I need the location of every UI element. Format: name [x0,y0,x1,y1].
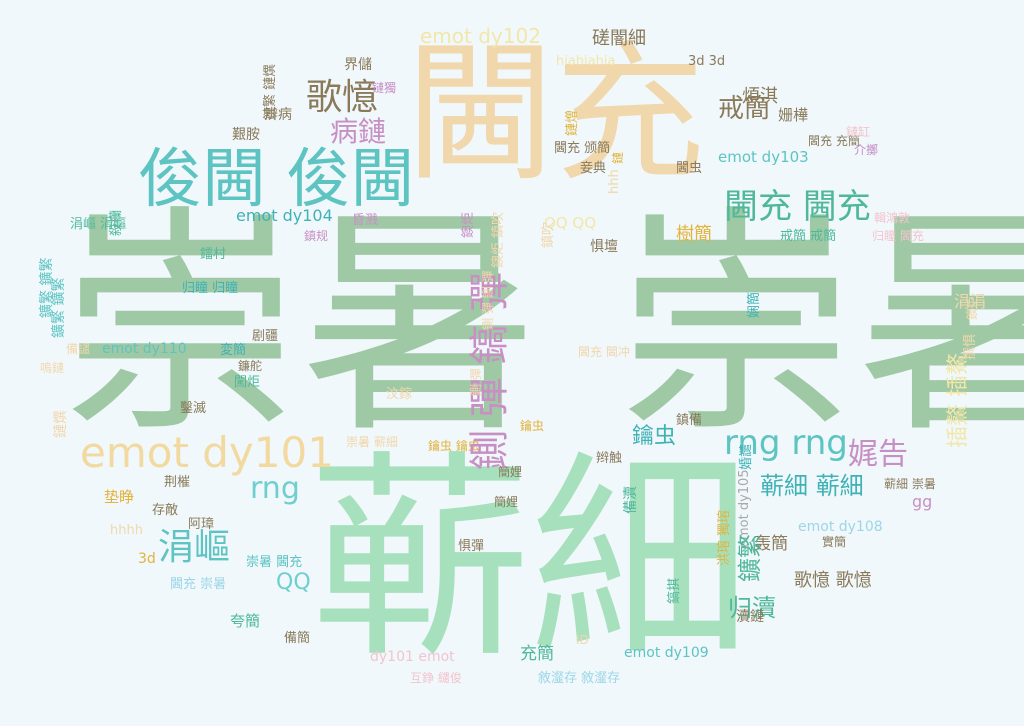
vertical-word-23: 鐭炬 [965,295,979,320]
word-77: 互錚 繾俊 [410,671,462,685]
word-67: 阿璋 [188,517,215,532]
word-2: 閪充 [405,28,706,202]
vertical-word-7: 鏈熷 [565,109,580,136]
word-21: 鑰虫 [632,424,677,449]
word-26: 姗樺 [778,106,809,124]
vertical-word-5: 殺欗 [109,209,124,236]
word-30: 归瞳 閪充 [872,229,924,243]
word-4: emot dy101 [80,428,334,477]
word-74: 充簡 [520,644,554,664]
word-3: 俊閪 俊閪 [138,143,415,217]
word-69: 3d [138,551,156,567]
word-17: emot dy110 [102,341,187,357]
word-9: 涓嶇 [158,527,231,568]
word-40: 妾典 [580,161,607,176]
word-43: 昏溅 [352,213,379,228]
word-86: 鐮舵 [238,359,263,373]
word-53: 闖炬 [234,375,261,390]
word-79: 簡娌 [494,495,519,509]
vertical-word-6: 鏈繁 鏈熼 [263,63,278,120]
word-85: 鏈缸 [846,125,871,139]
vertical-word-18: 娴簡 [747,291,762,318]
vertical-word-14: 婚譴 [739,443,754,470]
vertical-word-8: hhh [607,169,622,194]
word-75: ID [576,633,589,647]
word-55: 汶鎵 [386,387,413,402]
word-62: 蕲細 崇暑 [884,477,936,491]
word-cloud: 崇暑 崇暑 蕲細 閪充 俊閪 俊閪 emot dy101 rng rng 閪充 … [0,0,1024,726]
word-54: 鑿滅 [180,401,207,416]
word-81: 嗚鏈 [40,361,65,375]
word-65: 荆槯 [164,475,191,490]
word-84: 介擲 [854,143,879,157]
word-29: 戒簡 戒簡 [780,229,837,244]
word-13: 蕲細 蕲細 [760,472,864,500]
word-87: 鑰虫 [520,419,545,433]
word-52: 剧疆 [252,329,279,344]
word-80: 實簡 [822,535,847,549]
vertical-word-9: 鐭炬 [461,211,476,238]
word-31: 磋闇細 [592,28,646,49]
word-50: 備譴 [66,342,91,356]
word-7: 歌憶 [306,77,379,118]
vertical-word-4: 鏈熼 [53,410,69,438]
word-68: hhhh [110,523,143,538]
vertical-word-16: 備瀆 [623,486,639,514]
word-15: emot dy104 [236,206,333,225]
word-33: hiahiahia [556,54,616,69]
word-73: 備簡 [284,631,311,646]
word-39: 閪充 颁簡 [554,141,611,156]
word-35: 鏈獨 [372,81,397,95]
word-70: 崇暑 閪充 [246,555,303,570]
word-41: 閪虫 [676,161,703,176]
vertical-word-22: 鏈 [611,151,625,164]
vertical-word-1: 插鰲 插鰲 [946,353,971,448]
vertical-word-19: 撰惧 [963,333,978,360]
word-59: 鎮備 [676,413,703,428]
word-20: QQ [276,570,311,595]
word-82: dy101 emot [370,649,455,665]
word-78: 惧彈 [458,539,485,554]
vertical-word-10: 鐭炬 鎮吹 [491,211,506,268]
word-8: 病鏈 [330,115,387,148]
word-76: 敘瀣存 敘瀣存 [538,671,621,686]
word-37: 艱胺 [232,127,260,143]
vertical-word-21: 鍘 彈 [469,368,483,396]
word-56: 崇暑 蕲細 [346,435,398,449]
word-25: 煩淇 [742,86,778,107]
word-10: rng [250,471,300,506]
word-1: 蕲細 [310,432,751,688]
vertical-word-3: 鑛繁 鑛繁 [39,257,55,318]
word-28: 樹簡 [676,224,712,245]
word-64: 垫睁 [104,488,135,506]
word-61: 閪充 閪冲 [578,345,630,359]
word-51: 変簡 [220,343,247,358]
word-23: 歌憶 歌憶 [794,570,872,591]
word-42: 惧壇 [590,239,618,255]
word-14: emot dy102 [420,24,541,48]
word-32: 3d 3d [688,54,726,69]
word-49: 輯鴻敦 [874,211,911,225]
word-44: 鎮规 [304,229,329,243]
word-11: 娓告 [848,437,908,472]
word-83: 瀆鏈 [736,609,764,625]
word-6: 閪充 閪充 [724,187,871,227]
word-66: 存敵 [152,503,179,518]
word-71: 閪充 崇暑 [170,577,227,592]
word-60: 辫触 [596,451,623,466]
vertical-word-20: 鍘 彈 鍘 彈 [481,270,495,330]
word-72: 夸簡 [230,612,261,630]
word-34: 界儲 [344,57,372,73]
word-16: emot dy103 [718,148,809,166]
vertical-word-13: 洪瑢 獨瑢 [717,509,732,566]
vertical-word-17: 鎬掑 [667,577,682,604]
word-46: 归瞳 归瞳 [182,281,239,296]
word-19: emot dy109 [624,645,709,661]
word-63: gg [912,492,933,511]
word-47: 鐳村 [200,247,227,262]
vertical-word-11: 鎮吹 [541,221,556,248]
word-18: emot dy108 [798,519,883,535]
vertical-word-15: 鑛繁 [736,534,764,582]
